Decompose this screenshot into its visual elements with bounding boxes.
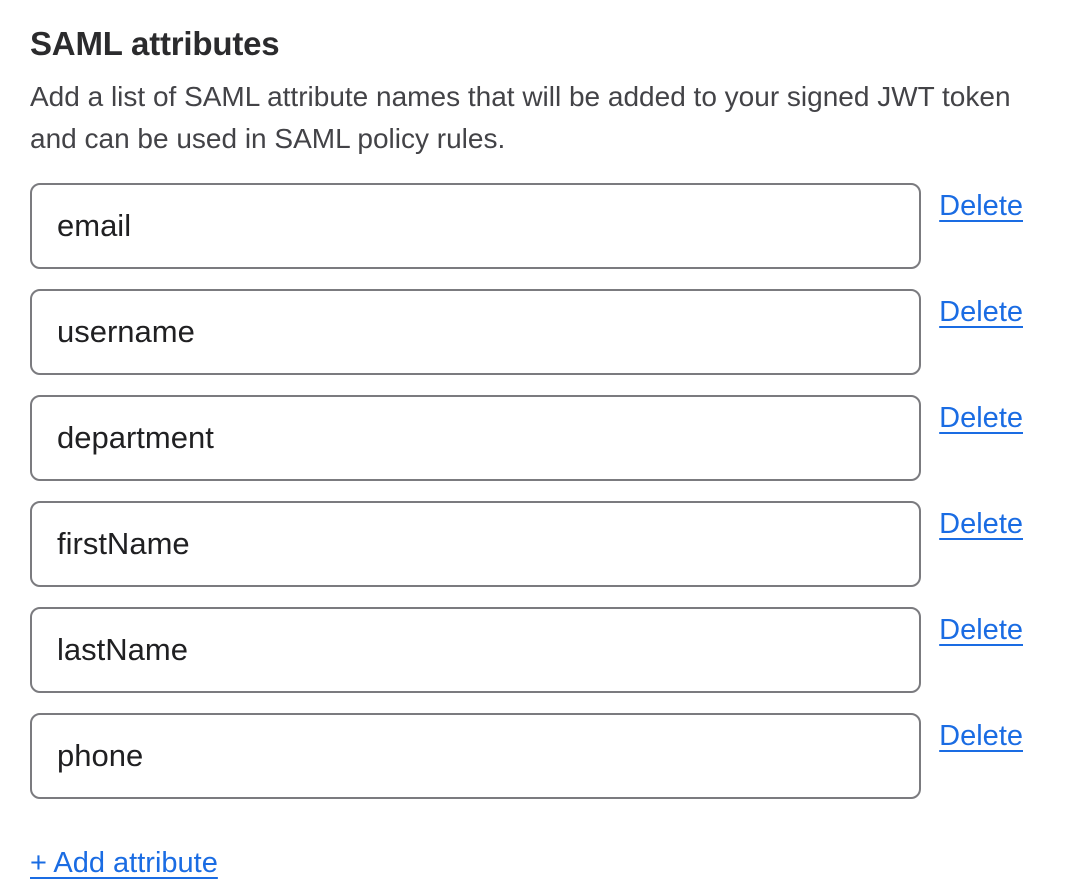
delete-attribute-link[interactable]: Delete bbox=[939, 614, 1023, 647]
attribute-row: Delete bbox=[30, 713, 1023, 799]
attribute-row: Delete bbox=[30, 607, 1023, 693]
delete-attribute-link[interactable]: Delete bbox=[939, 190, 1023, 223]
section-description: Add a list of SAML attribute names that … bbox=[30, 76, 1023, 160]
attribute-row: Delete bbox=[30, 395, 1023, 481]
delete-attribute-link[interactable]: Delete bbox=[939, 296, 1023, 329]
attribute-name-input[interactable] bbox=[30, 607, 921, 693]
attribute-name-input[interactable] bbox=[30, 183, 921, 269]
attribute-name-input[interactable] bbox=[30, 501, 921, 587]
attribute-name-input[interactable] bbox=[30, 713, 921, 799]
delete-attribute-link[interactable]: Delete bbox=[939, 402, 1023, 435]
add-attribute-link[interactable]: + Add attribute bbox=[30, 847, 218, 880]
attribute-row: Delete bbox=[30, 289, 1023, 375]
attribute-row: Delete bbox=[30, 501, 1023, 587]
delete-attribute-link[interactable]: Delete bbox=[939, 508, 1023, 541]
attribute-list: Delete Delete Delete Delete Delete Delete bbox=[30, 183, 1023, 799]
attribute-row: Delete bbox=[30, 183, 1023, 269]
attribute-name-input[interactable] bbox=[30, 395, 921, 481]
saml-attributes-section: SAML attributes Add a list of SAML attri… bbox=[30, 24, 1023, 880]
delete-attribute-link[interactable]: Delete bbox=[939, 720, 1023, 753]
attribute-name-input[interactable] bbox=[30, 289, 921, 375]
section-title: SAML attributes bbox=[30, 24, 1023, 64]
